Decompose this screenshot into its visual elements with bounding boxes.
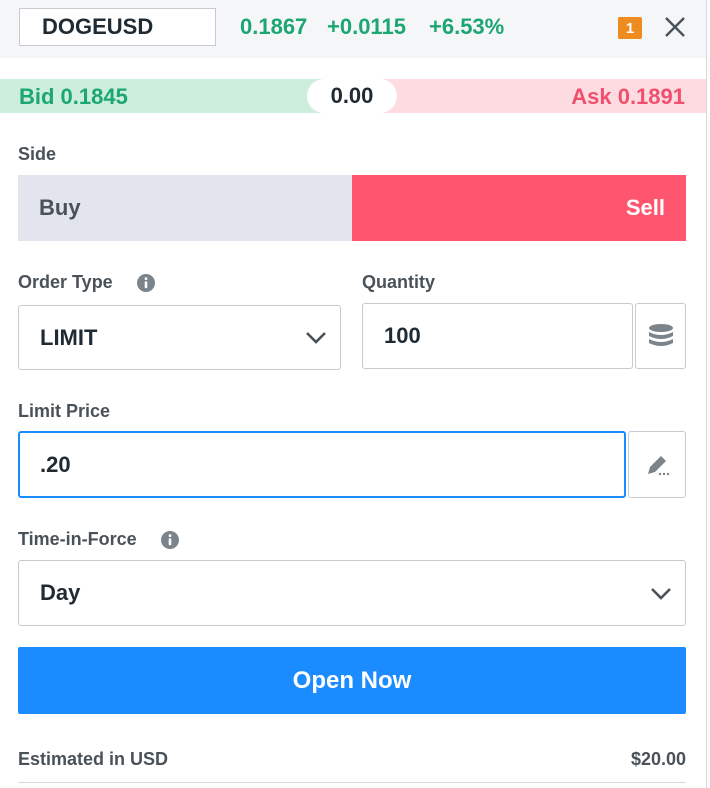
order-ticket-header: DOGEUSD 0.1867 +0.0115 +6.53% 1 [0, 0, 706, 58]
bid-ask-bar: Bid 0.1845 Ask 0.1891 0.00 [0, 79, 706, 113]
bid-price: Bid 0.1845 [19, 84, 128, 109]
estimate-label: Estimated in USD [18, 749, 169, 769]
quantity-units-button[interactable] [635, 303, 686, 369]
notification-badge[interactable]: 1 [618, 17, 642, 39]
last-price: 0.1867 [240, 14, 308, 39]
price-change-percent: +6.53% [429, 14, 505, 39]
order-type-value: LIMIT [40, 324, 98, 350]
close-icon[interactable] [664, 16, 686, 38]
quantity-value: 100 [384, 323, 421, 348]
limit-price-value: .20 [40, 451, 71, 477]
quantity-label: Quantity [362, 272, 436, 292]
limit-price-edit-button[interactable] [628, 431, 686, 498]
spread-pill: 0.00 [307, 79, 397, 113]
limit-price-label: Limit Price [18, 401, 111, 421]
info-icon[interactable] [136, 273, 156, 293]
ask-price: Ask 0.1891 [571, 84, 685, 109]
quantity-input[interactable]: 100 [362, 303, 633, 369]
time-in-force-label: Time-in-Force [18, 529, 137, 549]
limit-price-input[interactable]: .20 [18, 431, 626, 498]
estimate-value: $20.00 [630, 749, 686, 769]
time-in-force-select[interactable]: Day [18, 560, 686, 626]
open-now-button[interactable]: Open Now [18, 647, 686, 714]
order-type-select[interactable]: LIMIT [18, 305, 341, 370]
divider [18, 782, 686, 783]
order-type-label: Order Type [18, 272, 113, 292]
buy-button[interactable]: Buy [18, 175, 352, 241]
panel-edge-divider [706, 0, 707, 788]
info-icon[interactable] [160, 530, 180, 550]
chevron-down-icon [651, 588, 671, 600]
sell-button[interactable]: Sell [352, 175, 686, 241]
price-change: +0.0115 [327, 14, 406, 39]
pencil-icon [648, 455, 670, 475]
coin-stack-icon [648, 324, 673, 346]
symbol-field[interactable]: DOGEUSD [19, 8, 216, 46]
side-label: Side [18, 144, 57, 164]
chevron-down-icon [306, 332, 326, 344]
time-in-force-value: Day [40, 580, 81, 605]
